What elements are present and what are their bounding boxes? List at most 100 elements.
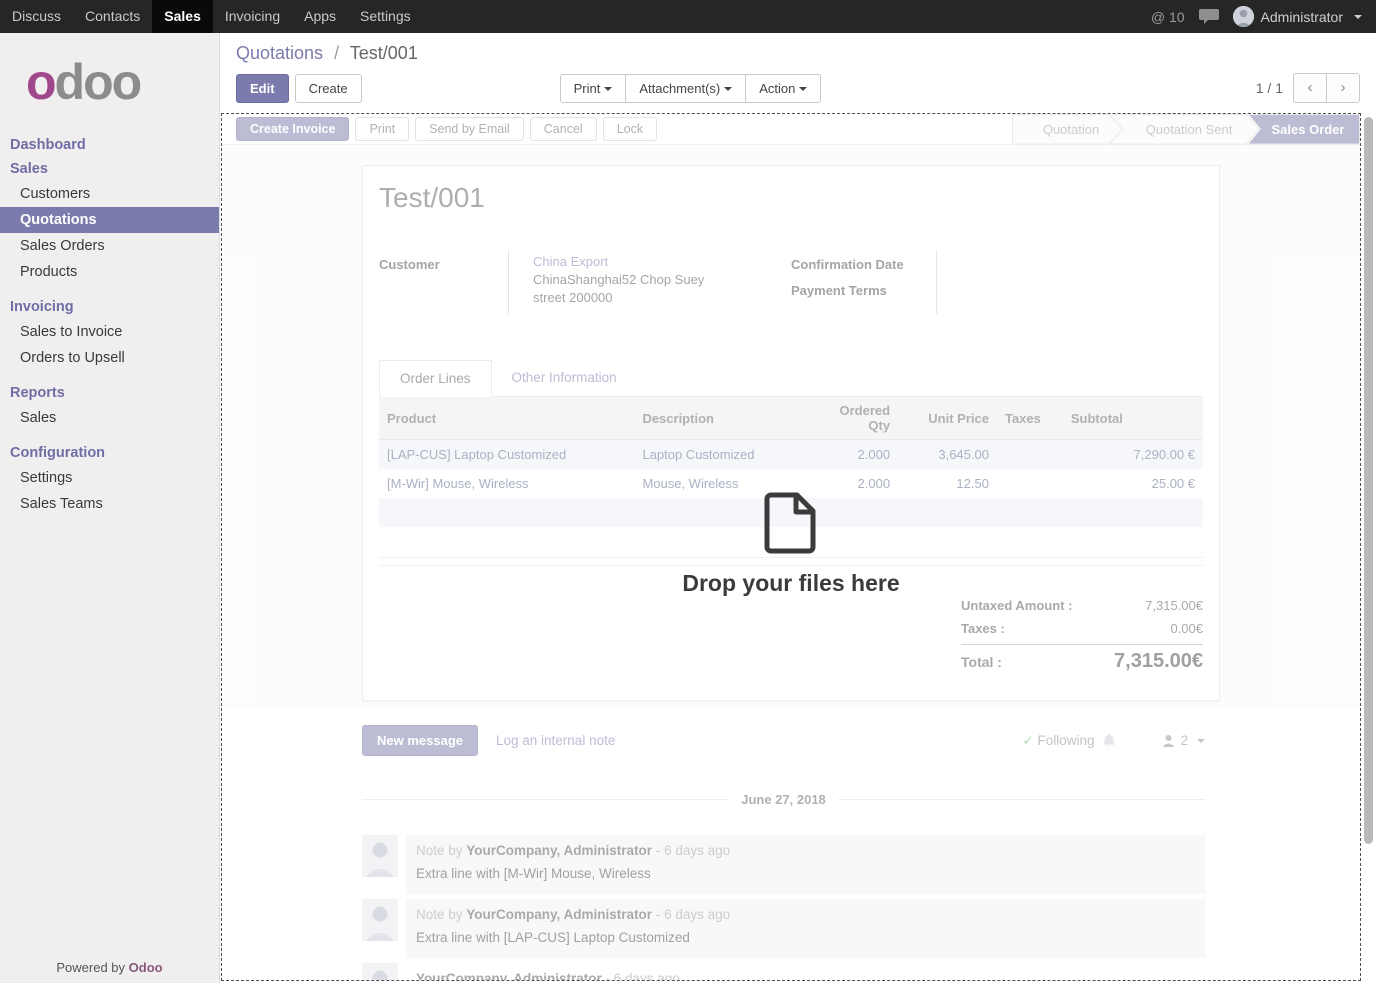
vertical-scrollbar[interactable] xyxy=(1364,117,1373,844)
topbar-item-settings[interactable]: Settings xyxy=(348,0,423,33)
taxes-label: Taxes : xyxy=(961,617,1005,640)
new-message-button[interactable]: New message xyxy=(362,725,478,756)
sidebar-section-configuration[interactable]: Configuration xyxy=(0,441,219,465)
messages-icon[interactable] xyxy=(1199,9,1219,24)
col-header-unit-price[interactable]: Unit Price xyxy=(898,397,997,440)
bell-icon[interactable] xyxy=(1102,733,1116,748)
cell-taxes[interactable] xyxy=(997,469,1063,498)
pager-previous-button[interactable]: ‹ xyxy=(1293,73,1327,103)
cell-description[interactable]: Mouse, Wireless xyxy=(634,469,807,498)
print-button[interactable]: Print xyxy=(355,117,409,141)
cell-taxes[interactable] xyxy=(997,440,1063,470)
print-dropdown-button[interactable]: Print xyxy=(560,74,627,103)
pager-count: 1 / 1 xyxy=(1256,80,1283,96)
odoo-logo[interactable]: odoo xyxy=(26,57,219,107)
sidebar-section-invoicing[interactable]: Invoicing xyxy=(0,295,219,319)
pager-next-button[interactable]: › xyxy=(1326,73,1360,103)
sidebar-item-sales-to-invoice[interactable]: Sales to Invoice xyxy=(0,319,219,345)
message-thread: Note by YourCompany, Administrator - 6 d… xyxy=(362,835,1205,981)
state-quotation[interactable]: Quotation xyxy=(1012,114,1122,145)
attachments-dropdown-button[interactable]: Attachment(s) xyxy=(625,74,746,103)
action-label: Action xyxy=(759,81,795,96)
lock-button[interactable]: Lock xyxy=(603,117,657,141)
topbar-item-sales[interactable]: Sales xyxy=(152,0,213,33)
sidebar-section-reports[interactable]: Reports xyxy=(0,381,219,405)
col-header-product[interactable]: Product xyxy=(379,397,634,440)
sidebar-item-customers[interactable]: Customers xyxy=(0,181,219,207)
col-header-ordered-qty[interactable]: Ordered Qty xyxy=(807,397,898,440)
log-internal-note-button[interactable]: Log an internal note xyxy=(496,733,615,748)
tab-order-lines[interactable]: Order Lines xyxy=(379,360,492,397)
sidebar-item-dashboard[interactable]: Dashboard xyxy=(0,133,219,157)
powered-by-brand[interactable]: Odoo xyxy=(129,960,163,975)
message-author[interactable]: YourCompany, Administrator xyxy=(416,971,602,981)
powered-by: Powered by Odoo xyxy=(0,960,219,975)
edit-button[interactable]: Edit xyxy=(236,74,289,103)
sidebar: odoo Dashboard Sales Customers Quotation… xyxy=(0,33,220,983)
col-header-subtotal[interactable]: Subtotal xyxy=(1063,397,1203,440)
cell-product[interactable]: [LAP-CUS] Laptop Customized xyxy=(379,440,634,470)
cell-qty[interactable]: 2.000 xyxy=(807,469,898,498)
pager: 1 / 1 ‹ › xyxy=(1256,73,1360,103)
topbar-item-invoicing[interactable]: Invoicing xyxy=(213,0,292,33)
sidebar-item-report-sales[interactable]: Sales xyxy=(0,405,219,431)
topbar-right: @ 10 Administrator xyxy=(1151,0,1376,33)
sidebar-item-products[interactable]: Products xyxy=(0,259,219,285)
topbar: Discuss Contacts Sales Invoicing Apps Se… xyxy=(0,0,1376,33)
topbar-nav: Discuss Contacts Sales Invoicing Apps Se… xyxy=(0,0,423,33)
col-header-description[interactable]: Description xyxy=(634,397,807,440)
message-time: - 6 days ago xyxy=(606,971,680,981)
action-dropdown-button[interactable]: Action xyxy=(745,74,821,103)
user-menu[interactable]: Administrator xyxy=(1233,6,1362,27)
sidebar-section-sales[interactable]: Sales xyxy=(0,157,219,181)
order-line-row[interactable]: [M-Wir] Mouse, Wireless Mouse, Wireless … xyxy=(379,469,1203,498)
taxes-value: 0.00€ xyxy=(1170,617,1203,640)
order-line-row[interactable]: [LAP-CUS] Laptop Customized Laptop Custo… xyxy=(379,440,1203,470)
cell-description[interactable]: Laptop Customized xyxy=(634,440,807,470)
form-statusbar: Create Invoice Print Send by Email Cance… xyxy=(222,114,1360,145)
following-button[interactable]: ✓ Following xyxy=(1022,733,1094,749)
cell-product[interactable]: [M-Wir] Mouse, Wireless xyxy=(379,469,634,498)
chevron-down-icon xyxy=(1354,15,1362,19)
cell-unit-price[interactable]: 3,645.00 xyxy=(898,440,997,470)
avatar xyxy=(362,963,398,981)
chevron-down-icon xyxy=(1197,739,1205,743)
user-avatar xyxy=(1233,6,1254,27)
cell-qty[interactable]: 2.000 xyxy=(807,440,898,470)
avatar xyxy=(362,899,398,941)
sidebar-item-settings[interactable]: Settings xyxy=(0,465,219,491)
cell-unit-price[interactable]: 12.50 xyxy=(898,469,997,498)
topbar-item-discuss[interactable]: Discuss xyxy=(0,0,73,33)
sidebar-item-quotations[interactable]: Quotations xyxy=(0,207,219,233)
create-button[interactable]: Create xyxy=(295,74,362,103)
sidebar-item-orders-to-upsell[interactable]: Orders to Upsell xyxy=(0,345,219,371)
topbar-item-contacts[interactable]: Contacts xyxy=(73,0,152,33)
customer-link[interactable]: China Export xyxy=(533,253,704,271)
breadcrumb-current: Test/001 xyxy=(350,43,418,63)
followers-dropdown[interactable]: 2 xyxy=(1162,733,1205,748)
sidebar-item-sales-teams[interactable]: Sales Teams xyxy=(0,491,219,517)
message-time: - 6 days ago xyxy=(656,907,730,922)
col-header-taxes[interactable]: Taxes xyxy=(997,397,1063,440)
create-invoice-button[interactable]: Create Invoice xyxy=(236,117,349,141)
cell-subtotal[interactable]: 25.00 € xyxy=(1063,469,1203,498)
mention-counter[interactable]: @ 10 xyxy=(1151,9,1185,25)
breadcrumb-quotations[interactable]: Quotations xyxy=(236,43,323,63)
message-author[interactable]: YourCompany, Administrator xyxy=(466,907,652,922)
message-author[interactable]: YourCompany, Administrator xyxy=(466,843,652,858)
form-view: Test/001 Customer China Export ChinaShan… xyxy=(222,145,1360,707)
state-sales-order[interactable]: Sales Order xyxy=(1248,114,1360,145)
message: YourCompany, Administrator - 6 days ago … xyxy=(362,963,1205,981)
order-line-empty-row[interactable] xyxy=(379,498,1203,527)
file-dropzone[interactable]: Create Invoice Print Send by Email Cance… xyxy=(221,113,1361,981)
following-label: Following xyxy=(1037,733,1094,748)
topbar-item-apps[interactable]: Apps xyxy=(292,0,348,33)
send-by-email-button[interactable]: Send by Email xyxy=(415,117,524,141)
sidebar-item-sales-orders[interactable]: Sales Orders xyxy=(0,233,219,259)
order-sheet: Test/001 Customer China Export ChinaShan… xyxy=(362,165,1220,701)
cancel-button[interactable]: Cancel xyxy=(530,117,597,141)
cell-subtotal[interactable]: 7,290.00 € xyxy=(1063,440,1203,470)
state-quotation-sent[interactable]: Quotation Sent xyxy=(1111,114,1259,145)
tab-other-information[interactable]: Other Information xyxy=(492,360,637,396)
message-body: Extra line with [LAP-CUS] Laptop Customi… xyxy=(416,926,1195,950)
